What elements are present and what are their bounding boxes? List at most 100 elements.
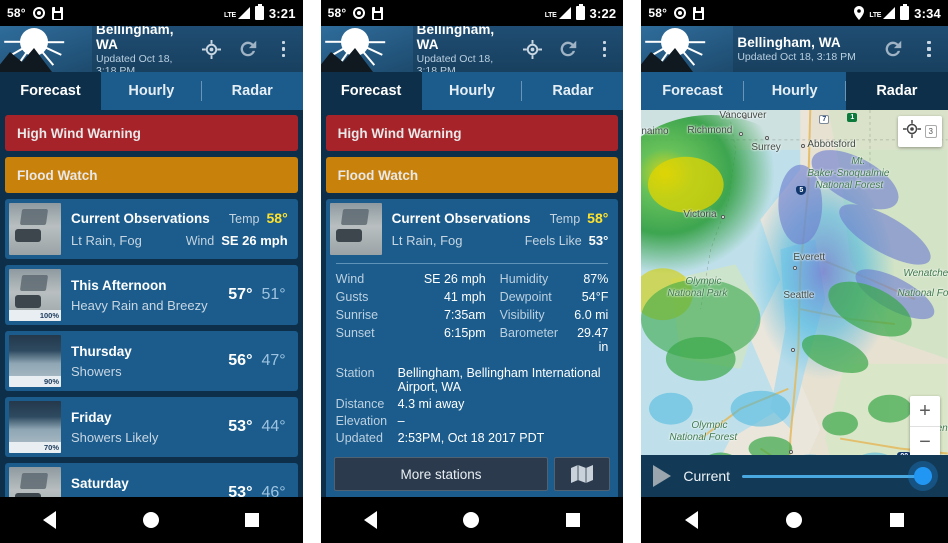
pop-badge: 70%	[9, 442, 61, 453]
radar-frame-label: Current	[683, 468, 731, 484]
detail-value: 7:35am	[443, 308, 486, 322]
location-target-icon[interactable]	[195, 26, 229, 72]
recents-icon[interactable]	[890, 513, 905, 527]
crosshair-icon[interactable]	[902, 120, 921, 143]
current-observations-card[interactable]: Current Observations Temp 58° Lt Rain, F…	[5, 199, 298, 259]
detail-key: Sunrise	[335, 308, 379, 322]
tab-radar-label: Radar	[876, 83, 918, 99]
battery-icon	[900, 4, 910, 20]
more-stations-label: More stations	[400, 466, 482, 482]
alert-label: High Wind Warning	[17, 125, 141, 141]
alert-label: Flood Watch	[337, 167, 419, 183]
tab-bar: Forecast Hourly Radar	[320, 72, 624, 110]
detail-key: Gusts	[335, 290, 369, 304]
home-icon[interactable]	[786, 512, 803, 528]
station-value: 4.3 mi away	[397, 397, 465, 411]
zoom-out-button[interactable]: −	[910, 427, 940, 457]
home-icon[interactable]	[463, 512, 480, 528]
map-label: National Park	[667, 288, 728, 299]
tab-radar[interactable]: Radar	[202, 72, 303, 110]
app-header: Bellingham, WA Updated Oct 18, 3:18 PM	[320, 26, 624, 72]
station-info-grid: Station Bellingham, Bellingham Internati…	[326, 354, 619, 445]
alert-flood-watch[interactable]: Flood Watch	[325, 157, 619, 193]
forecast-row[interactable]: 70% Friday Showers Likely 53° 44°	[5, 397, 298, 457]
status-clock: 3:34	[914, 5, 941, 21]
tab-hourly[interactable]: Hourly	[101, 72, 202, 110]
detail-value: 41 mph	[443, 290, 486, 304]
radar-map[interactable]: Vancouver naimo Richmond Surrey Abbotsfo…	[641, 110, 948, 497]
circle-icon	[32, 7, 45, 19]
station-actions: More stations	[326, 445, 619, 491]
page-title: Bellingham, WA	[737, 35, 841, 50]
wind-value: SE 26 mph	[221, 233, 288, 248]
recents-icon[interactable]	[245, 513, 260, 527]
overflow-menu-icon[interactable]	[267, 26, 301, 72]
alert-high-wind-warning[interactable]: High Wind Warning	[5, 115, 298, 151]
tab-forecast[interactable]: Forecast	[0, 72, 101, 110]
refresh-icon[interactable]	[231, 26, 265, 72]
home-icon[interactable]	[142, 512, 159, 528]
status-temp: 58°	[648, 6, 668, 20]
tab-bar: Forecast Hourly Radar	[641, 72, 948, 110]
forecast-row[interactable]: 90% Thursday Showers 56° 47°	[5, 331, 298, 391]
highway-shield: 1	[847, 113, 858, 122]
updated-subtitle: Updated Oct 18, 3:18 PM	[737, 51, 856, 63]
alert-flood-watch[interactable]: Flood Watch	[5, 157, 298, 193]
map-label: National Forest	[815, 180, 884, 191]
battery-icon	[254, 4, 264, 20]
map-recenter-control[interactable]: 3	[897, 116, 942, 147]
back-icon[interactable]	[685, 511, 699, 529]
lte-signal-icon: LTE	[869, 7, 896, 19]
tab-forecast[interactable]: Forecast	[641, 72, 744, 110]
forecast-thumbnail: 90%	[9, 335, 61, 387]
forecast-low: 51°	[261, 286, 286, 303]
station-key: Distance	[335, 397, 385, 411]
updated-subtitle: Updated Oct 18, 3:18 PM	[96, 52, 173, 73]
recents-icon[interactable]	[566, 513, 581, 527]
forecast-row[interactable]: 100% This Afternoon Heavy Rain and Breez…	[5, 265, 298, 325]
save-icon	[51, 6, 63, 20]
slider-knob[interactable]	[914, 467, 932, 485]
tab-hourly-label: Hourly	[449, 83, 495, 99]
map-label: Everett	[793, 252, 826, 263]
tab-hourly[interactable]: Hourly	[744, 72, 846, 110]
station-key: Updated	[335, 431, 383, 445]
page-title: Bellingham, WA	[96, 26, 174, 52]
save-icon	[372, 6, 384, 20]
radar-time-slider[interactable]	[742, 466, 932, 486]
current-obs-title: Current Observations	[71, 211, 210, 226]
tab-radar[interactable]: Radar	[522, 72, 623, 110]
tab-radar[interactable]: Radar	[845, 72, 948, 110]
android-nav-bar	[641, 497, 948, 543]
lte-signal-icon: LTE	[545, 7, 571, 19]
zoom-in-button[interactable]: +	[910, 396, 940, 426]
location-target-icon[interactable]	[515, 26, 549, 72]
forecast-desc: Showers	[71, 363, 122, 379]
tab-hourly[interactable]: Hourly	[422, 72, 523, 110]
radar-playback-bar: Current	[641, 455, 948, 497]
more-stations-button[interactable]: More stations	[333, 457, 549, 491]
map-label: Vancouver	[719, 110, 767, 121]
map-icon[interactable]	[554, 457, 611, 491]
screenshot-stage: 58° LTE 3:21 Bellingham, WA Updated Oct …	[0, 0, 948, 543]
forecast-day: This Afternoon	[71, 277, 167, 293]
forecast-high: 57°	[228, 286, 253, 303]
map-zoom-controls[interactable]: + −	[910, 396, 940, 457]
overflow-menu-icon[interactable]	[912, 26, 946, 72]
detail-key: Wind	[335, 272, 365, 286]
refresh-icon[interactable]	[876, 26, 910, 72]
play-icon[interactable]	[653, 465, 672, 487]
tab-forecast[interactable]: Forecast	[320, 72, 422, 110]
refresh-icon[interactable]	[551, 26, 585, 72]
status-temp: 58°	[327, 6, 347, 20]
overflow-menu-icon[interactable]	[587, 26, 621, 72]
map-label: Olympic	[691, 420, 728, 431]
observation-details-grid: Wind SE 26 mph Humidity 87% Gusts 41 mph…	[326, 272, 619, 354]
current-observations-card: Current Observations Temp 58° Lt Rain, F…	[325, 199, 619, 497]
status-bar: 58° LTE 3:21	[0, 0, 303, 26]
alert-high-wind-warning[interactable]: High Wind Warning	[325, 115, 619, 151]
highway-shield: 7	[819, 115, 830, 124]
forecast-row[interactable]: 90% Saturday Rain 53° 46°	[5, 463, 298, 497]
back-icon[interactable]	[363, 511, 377, 529]
back-icon[interactable]	[43, 511, 57, 529]
